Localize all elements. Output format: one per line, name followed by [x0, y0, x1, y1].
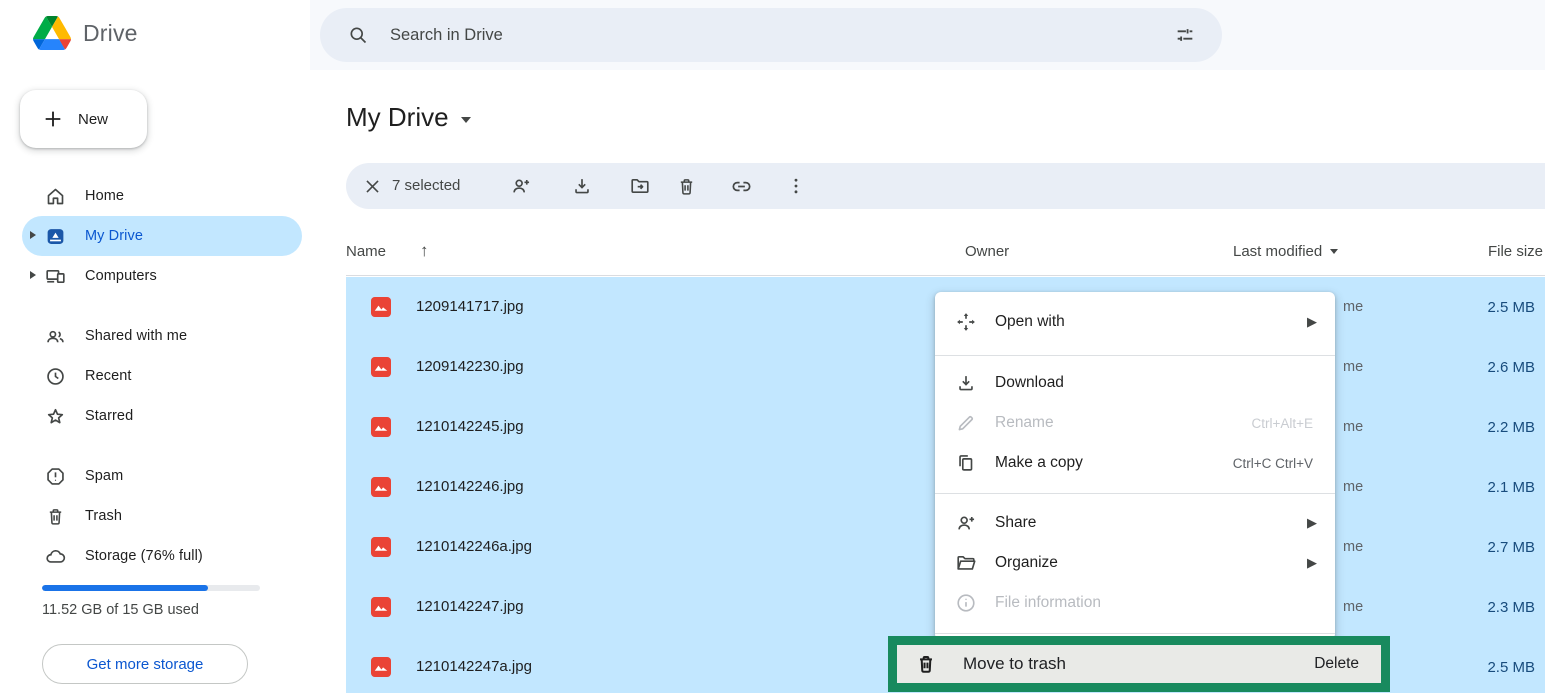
sidebar-item-storage[interactable]: Storage (76% full): [22, 536, 302, 576]
menu-separator: [935, 633, 1335, 634]
drive-logo-icon: [33, 16, 71, 50]
menu-item-make-a-copy[interactable]: Make a copy Ctrl+C Ctrl+V: [935, 443, 1335, 483]
header-divider: [346, 275, 1545, 276]
folder-icon: [955, 552, 977, 574]
trash-icon[interactable]: [674, 174, 698, 198]
open-with-icon: [955, 311, 977, 333]
person-add-icon: [955, 512, 977, 534]
image-file-icon: [371, 537, 391, 557]
search-bar[interactable]: [320, 8, 1222, 62]
table-header-row: Name ↑ Owner Last modified File size: [346, 235, 1545, 275]
shortcut-label: Ctrl+Alt+E: [1251, 416, 1317, 431]
clock-icon: [45, 366, 66, 387]
people-icon: [45, 326, 66, 347]
search-input[interactable]: [390, 26, 1174, 45]
move-to-folder-icon[interactable]: [628, 174, 652, 198]
more-options-icon[interactable]: [784, 174, 808, 198]
column-header-owner[interactable]: Owner: [965, 243, 1009, 260]
search-filters-icon[interactable]: [1174, 24, 1196, 46]
menu-item-open-with[interactable]: Open with ▶: [935, 296, 1335, 348]
menu-item-rename: Rename Ctrl+Alt+E: [935, 403, 1335, 443]
image-file-icon: [371, 297, 391, 317]
trash-icon: [915, 653, 937, 675]
trash-icon: [45, 506, 66, 527]
computers-icon: [45, 266, 66, 287]
column-header-file-size[interactable]: File size: [1488, 243, 1543, 260]
expand-arrow-icon[interactable]: [30, 231, 36, 239]
download-icon: [955, 372, 977, 394]
home-icon: [45, 186, 66, 207]
shortcut-label: Ctrl+C Ctrl+V: [1233, 456, 1317, 471]
sidebar-item-starred[interactable]: Starred: [22, 396, 302, 436]
sidebar-item-shared-with-me[interactable]: Shared with me: [22, 316, 302, 356]
selection-toolbar: 7 selected: [346, 163, 1545, 209]
annotation-highlight: Move to trash Delete: [888, 636, 1390, 692]
sort-ascending-icon[interactable]: ↑: [420, 241, 429, 261]
page-title[interactable]: My Drive: [346, 102, 471, 133]
get-link-icon[interactable]: [729, 174, 753, 198]
column-header-last-modified[interactable]: Last modified: [1233, 243, 1338, 260]
image-file-icon: [371, 477, 391, 497]
image-file-icon: [371, 417, 391, 437]
sidebar-item-trash[interactable]: Trash: [22, 496, 302, 536]
menu-separator: [935, 493, 1335, 494]
my-drive-icon: [45, 226, 66, 247]
sidebar-item-home[interactable]: Home: [22, 176, 302, 216]
menu-item-share[interactable]: Share ▶: [935, 503, 1335, 543]
shortcut-label: Delete: [1314, 655, 1359, 673]
google-drive-app: Drive New Home My Drive Co: [0, 0, 1545, 693]
menu-item-file-information: File information: [935, 583, 1335, 623]
plus-icon: [42, 108, 64, 130]
star-icon: [45, 406, 66, 427]
storage-usage-text: 11.52 GB of 15 GB used: [42, 602, 199, 618]
image-file-icon: [371, 597, 391, 617]
submenu-arrow-icon: ▶: [1307, 515, 1317, 531]
submenu-arrow-icon: ▶: [1307, 555, 1317, 571]
sidebar-item-spam[interactable]: Spam: [22, 456, 302, 496]
close-selection-icon[interactable]: [360, 174, 384, 198]
menu-separator: [935, 355, 1335, 356]
sidebar-item-computers[interactable]: Computers: [22, 256, 302, 296]
cloud-icon: [45, 546, 66, 567]
menu-item-organize[interactable]: Organize ▶: [935, 543, 1335, 583]
share-person-add-icon[interactable]: [509, 174, 533, 198]
sidebar: Drive New Home My Drive Co: [0, 0, 310, 693]
info-icon: [955, 592, 977, 614]
sidebar-item-my-drive[interactable]: My Drive: [22, 216, 302, 256]
menu-item-download[interactable]: Download: [935, 363, 1335, 403]
image-file-icon: [371, 357, 391, 377]
download-icon[interactable]: [570, 174, 594, 198]
chevron-down-icon: [461, 117, 471, 123]
sidebar-item-recent[interactable]: Recent: [22, 356, 302, 396]
submenu-arrow-icon: ▶: [1307, 314, 1317, 330]
image-file-icon: [371, 657, 391, 677]
column-header-name[interactable]: Name: [346, 243, 386, 260]
storage-progress-bar: [42, 585, 260, 591]
search-icon[interactable]: [348, 25, 368, 45]
menu-item-move-to-trash[interactable]: Move to trash Delete: [897, 645, 1381, 683]
get-more-storage-button[interactable]: Get more storage: [42, 644, 248, 684]
sort-descending-icon: [1330, 249, 1338, 254]
copy-icon: [955, 452, 977, 474]
context-menu: Open with ▶ Download Rename Ctrl+Alt+E M…: [935, 292, 1335, 640]
storage-progress-fill: [42, 585, 208, 591]
spam-icon: [45, 466, 66, 487]
selected-count-label: 7 selected: [392, 177, 460, 194]
new-button[interactable]: New: [20, 90, 147, 148]
expand-arrow-icon[interactable]: [30, 271, 36, 279]
pencil-icon: [955, 412, 977, 434]
drive-logo: Drive: [33, 16, 138, 50]
drive-wordmark: Drive: [83, 20, 138, 47]
